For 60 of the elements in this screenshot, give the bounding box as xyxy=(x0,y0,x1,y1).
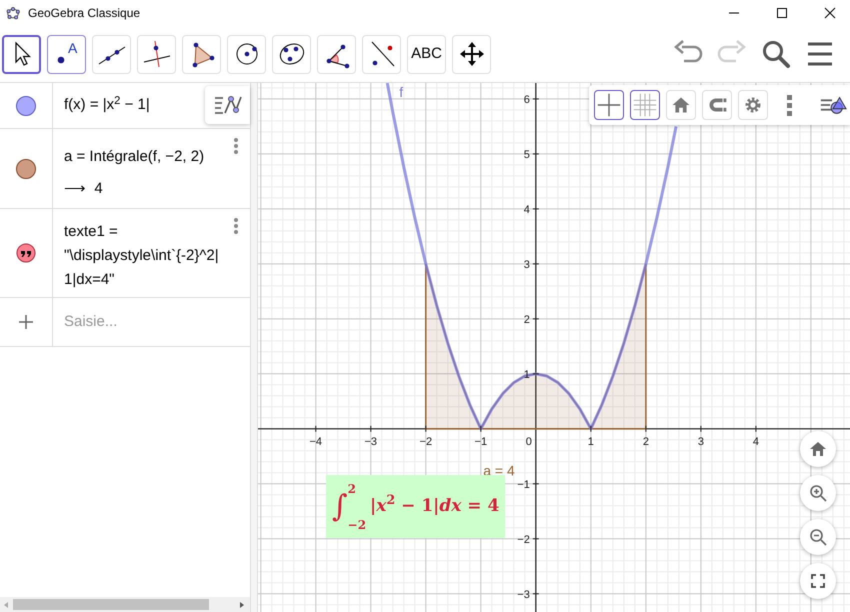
tick-label: 4 xyxy=(752,436,759,448)
tick-label: 4 xyxy=(524,204,530,216)
algebra-graph-icon xyxy=(212,93,242,117)
horizontal-scrollbar[interactable] xyxy=(0,597,250,612)
algebra-expression: a = Intégrale(f, −2, 2) xyxy=(64,147,204,167)
app-logo-icon xyxy=(6,6,20,20)
scroll-right-icon[interactable] xyxy=(238,600,246,608)
lower-limit: −2 xyxy=(348,518,366,530)
function-curve[interactable] xyxy=(386,83,678,430)
quote-icon[interactable] xyxy=(16,243,36,263)
tick-label: 2 xyxy=(524,314,530,326)
tick-label: 6 xyxy=(524,94,530,106)
zoom-out-icon xyxy=(809,528,827,546)
search-icon[interactable] xyxy=(760,38,792,70)
algebra-expression: "\displaystyle\int`{-2}^2| xyxy=(64,246,219,266)
more-options-icon xyxy=(786,94,792,116)
window-title: GeoGebra Classique xyxy=(28,5,140,22)
home-button[interactable] xyxy=(800,431,836,467)
tick-label: 5 xyxy=(524,148,530,161)
zoom-in-icon xyxy=(809,484,827,502)
visibility-toggle[interactable] xyxy=(16,96,36,116)
more-options-icon[interactable] xyxy=(233,137,239,155)
algebra-expression: f(x) = |x$^{2}$ − 1| xyxy=(64,94,150,116)
integral-sign: ∫ xyxy=(332,492,348,522)
curve-label: f xyxy=(399,84,404,100)
close-icon[interactable] xyxy=(824,7,836,19)
style-bar-toggle[interactable] xyxy=(205,86,250,124)
maximize-icon[interactable] xyxy=(776,7,788,19)
tick-label: 1 xyxy=(524,368,530,381)
tick-label: 2 xyxy=(642,436,649,448)
tick-label: 3 xyxy=(698,436,704,448)
tick-label: −2 xyxy=(517,534,530,546)
upper-limit: 2 xyxy=(348,482,357,494)
tick-label: 3 xyxy=(524,258,530,271)
visibility-toggle[interactable] xyxy=(16,158,36,178)
tick-label: −4 xyxy=(310,436,322,448)
tick-label: −1 xyxy=(474,436,488,448)
fullscreen-icon xyxy=(811,574,825,588)
scrollbar-thumb[interactable] xyxy=(13,599,209,610)
tick-label: −3 xyxy=(364,436,378,448)
plus-icon[interactable] xyxy=(18,314,34,330)
tick-label: 1 xyxy=(588,436,594,448)
tick-label: −2 xyxy=(420,436,432,448)
fullscreen-button[interactable] xyxy=(800,563,836,599)
more-options-icon[interactable] xyxy=(233,217,239,235)
result-value: ⟶ 4 xyxy=(64,179,104,199)
zoom-out-button[interactable] xyxy=(800,519,836,555)
tool-button[interactable]: ABC xyxy=(407,34,446,74)
tick-label: −1 xyxy=(517,478,530,491)
tool-button[interactable] xyxy=(2,34,41,74)
style-bar-button[interactable] xyxy=(594,90,624,120)
zoom-in-button[interactable] xyxy=(800,475,836,511)
home-icon xyxy=(809,440,827,458)
input-field[interactable]: Saisie... xyxy=(53,298,250,346)
tick-label: −3 xyxy=(517,588,530,601)
integrand: |x$^{2}$ − 1|dx = 4 xyxy=(370,494,500,518)
style-bar-button[interactable] xyxy=(630,90,660,120)
algebra-expression: texte1 = xyxy=(64,222,119,242)
algebra-expression: 1|dx=4" xyxy=(64,270,116,290)
origin-label: 0 xyxy=(526,436,532,448)
